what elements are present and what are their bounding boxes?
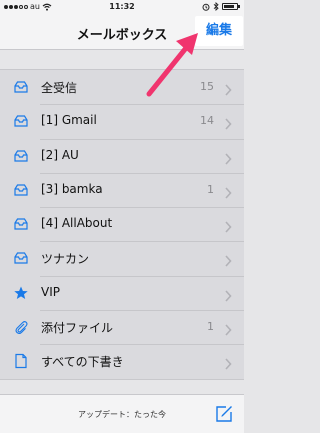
chevron-right-icon (224, 218, 232, 233)
inbox-tray-icon (13, 216, 29, 232)
mailbox-label: ツナカン (41, 252, 90, 267)
chevron-right-icon (224, 321, 232, 336)
chevron-right-icon (224, 150, 232, 165)
navigation-bar: メールボックス 編集 (0, 14, 244, 50)
compose-icon[interactable] (214, 404, 234, 424)
mailbox-label: 添付ファイル (41, 321, 114, 336)
edit-button[interactable]: 編集 (195, 16, 243, 46)
inbox-tray-icon (13, 113, 29, 129)
mailbox-row[interactable]: ツナカン (0, 241, 244, 275)
chevron-right-icon (224, 184, 232, 199)
inbox-tray-icon (13, 79, 29, 95)
battery-level (224, 5, 235, 8)
mailbox-label: [3] bamka (41, 181, 103, 196)
status-right (202, 2, 240, 11)
paperclip-icon (13, 319, 29, 335)
chevron-right-icon (224, 252, 232, 268)
chevron-right-icon (224, 81, 232, 96)
unread-count: 1 (207, 182, 214, 196)
mailbox-row[interactable]: 添付ファイル 1 (0, 310, 244, 344)
bluetooth-icon (213, 2, 219, 11)
mailbox-row[interactable]: [2] AU (0, 138, 244, 173)
mailbox-list: 全受信 15 [1] Gmail 14 [2] AU [3] bamka 1 [4] AllA… (0, 69, 244, 380)
chevron-right-icon (224, 355, 232, 370)
mailbox-row[interactable]: すべての下書き (0, 344, 244, 378)
inbox-tray-icon (13, 182, 29, 198)
unread-count: 14 (200, 114, 214, 128)
mailbox-row[interactable]: 全受信 15 (0, 70, 244, 104)
status-bar: au 11:32 (0, 0, 244, 14)
alarm-icon (202, 3, 210, 11)
mailbox-label: [4] AllAbout (41, 216, 113, 231)
mailbox-label: すべての下書き (41, 355, 124, 370)
mailbox-row[interactable]: [4] AllAbout (0, 207, 244, 241)
chevron-right-icon (224, 115, 232, 130)
mailbox-row[interactable]: VIP (0, 275, 244, 310)
inbox-tray-icon (13, 250, 29, 266)
star-icon (13, 285, 29, 301)
inbox-tray-icon (13, 148, 29, 164)
update-status: アップデート：たった今 (78, 410, 166, 419)
section-spacer (0, 51, 244, 69)
mailbox-label: VIP (41, 284, 60, 299)
mailbox-label: 全受信 (41, 81, 78, 95)
chevron-right-icon (224, 287, 232, 302)
unread-count: 15 (200, 80, 214, 93)
unread-count: 1 (207, 320, 214, 334)
mailbox-label: [1] Gmail (41, 113, 97, 128)
mailbox-label: [2] AU (41, 147, 79, 162)
document-icon (13, 353, 29, 369)
mailbox-row[interactable]: [3] bamka 1 (0, 172, 244, 207)
bottom-toolbar: アップデート：たった今 (0, 394, 244, 433)
battery-icon (222, 3, 240, 10)
mailbox-row[interactable]: [1] Gmail 14 (0, 104, 244, 138)
